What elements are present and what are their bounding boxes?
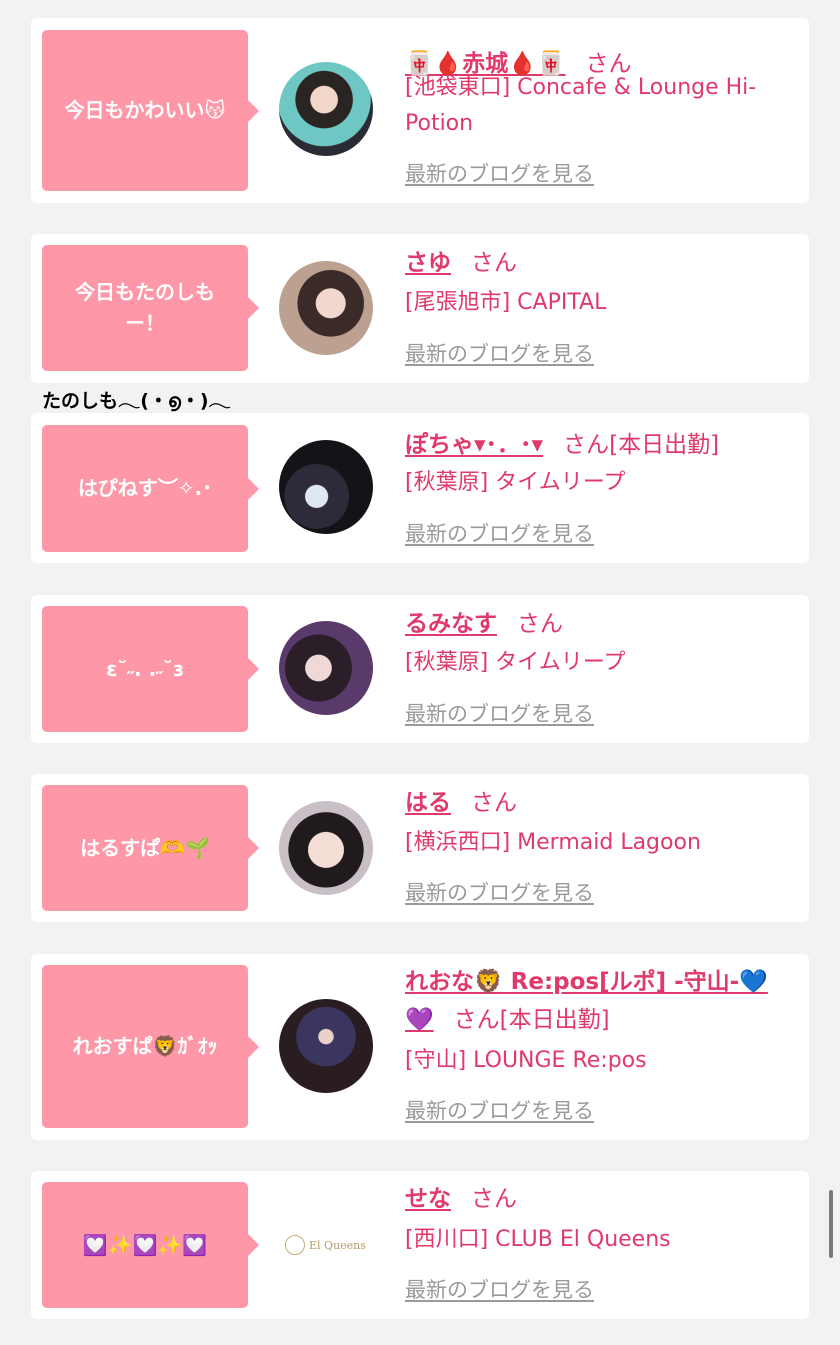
shop-name: [守山] LOUNGE Re:pos	[405, 1048, 647, 1073]
shop-name: [横浜西口] Mermaid Lagoon	[405, 830, 701, 855]
latest-blog-link[interactable]: 最新のブログを見る	[405, 879, 594, 907]
cast-card: ɛ˘˶. .˶˘ɜ るみなす さん [秋葉原] タイムリープ 最新のブログを見る	[31, 595, 809, 743]
latest-blog-link[interactable]: 最新のブログを見る	[405, 340, 594, 368]
comment-bubble: はぴねす︶✧.･	[42, 425, 259, 552]
latest-blog-link[interactable]: 最新のブログを見る	[405, 160, 594, 188]
cast-card: 今日もたのしもー！ さゆ さん [尾張旭市] CAPITAL 最新のブログを見る	[31, 234, 809, 383]
avatar[interactable]	[279, 801, 373, 895]
cast-name-line: はる さん	[405, 787, 517, 819]
avatar[interactable]: El Queens	[279, 1197, 373, 1291]
cast-name-line: せな さん	[405, 1183, 517, 1215]
shop-name: [池袋東口] Concafe & Lounge Hi-Potion	[405, 75, 757, 136]
cast-name-link-cont[interactable]: 💜	[405, 1007, 434, 1033]
status-message: たのしも𓂃(・൭・)𓂃	[42, 390, 231, 412]
cast-name-line: さゆ さん	[405, 247, 517, 279]
latest-blog-link[interactable]: 最新のブログを見る	[405, 1097, 594, 1125]
san-suffix: さん	[471, 1186, 517, 1212]
avatar[interactable]	[279, 621, 373, 715]
avatar[interactable]	[279, 62, 373, 156]
san-suffix: さん	[471, 250, 517, 276]
cast-card: れおすぱ🦁ｶﾞｵｯ れおな🦁 Re:pos[ルポ] -守山-💙 💜 さん[本日出勤…	[31, 954, 809, 1140]
cast-name-line: るみなす さん	[405, 608, 563, 640]
cast-name-line: ぽちゃ▾･．･▾ さん[本日出勤]	[405, 429, 719, 461]
cast-name-link[interactable]: るみなす	[405, 611, 497, 637]
san-suffix: さん	[517, 611, 563, 637]
cast-name-link[interactable]: さゆ	[405, 250, 451, 276]
shop-name: [秋葉原] タイムリープ	[405, 650, 626, 675]
cast-card: はるすぱ🫶🌱 はる さん [横浜西口] Mermaid Lagoon 最新のブログ…	[31, 774, 809, 922]
comment-bubble: 今日もかわいい😽	[42, 30, 259, 191]
comment-bubble: 今日もたのしもー！	[42, 245, 259, 371]
san-suffix: さん	[563, 432, 610, 458]
cast-card: 💟✨💟✨💟 El Queens せな さん [西川口] CLUB El Queen…	[31, 1171, 809, 1319]
avatar[interactable]	[279, 261, 373, 355]
shop-name: [秋葉原] タイムリープ	[405, 470, 626, 495]
shop-name: [西川口] CLUB El Queens	[405, 1227, 671, 1252]
latest-blog-link[interactable]: 最新のブログを見る	[405, 700, 594, 728]
logo-text: El Queens	[309, 1238, 366, 1252]
scrollbar[interactable]	[829, 1190, 833, 1258]
cast-name-link[interactable]: れおな🦁 Re:pos[ルポ] -守山-💙	[405, 969, 768, 995]
shop-name: [尾張旭市] CAPITAL	[405, 290, 607, 315]
comment-bubble: ɛ˘˶. .˶˘ɜ	[42, 606, 259, 732]
attendance-badge: [本日出勤]	[609, 432, 720, 458]
comment-bubble: 💟✨💟✨💟	[42, 1182, 259, 1308]
cast-name-link[interactable]: せな	[405, 1186, 451, 1212]
cast-name-link[interactable]: はる	[405, 790, 451, 816]
latest-blog-link[interactable]: 最新のブログを見る	[405, 520, 594, 548]
latest-blog-link[interactable]: 最新のブログを見る	[405, 1276, 594, 1304]
attendance-badge: [本日出勤]	[499, 1007, 610, 1033]
avatar[interactable]	[279, 440, 373, 534]
san-suffix: さん	[471, 790, 517, 816]
san-suffix: さん	[453, 1007, 500, 1033]
avatar[interactable]	[279, 999, 373, 1093]
logo-ring-icon	[285, 1235, 305, 1255]
comment-bubble: れおすぱ🦁ｶﾞｵｯ	[42, 965, 259, 1128]
cast-card: 今日もかわいい😽 🀄🩸赤城🩸🀄 さん [池袋東口] Concafe & Loung…	[31, 18, 809, 203]
comment-bubble: はるすぱ🫶🌱	[42, 785, 259, 911]
cast-card: はぴねす︶✧.･ ぽちゃ▾･．･▾ さん[本日出勤] [秋葉原] タイムリープ 最…	[31, 413, 809, 563]
shop-logo: El Queens	[285, 1233, 369, 1257]
cast-name-link[interactable]: ぽちゃ▾･．･▾	[405, 432, 543, 458]
cast-name-line: れおな🦁 Re:pos[ルポ] -守山-💙	[405, 966, 768, 998]
cast-name-line-cont: 💜 さん[本日出勤]	[405, 1004, 610, 1036]
